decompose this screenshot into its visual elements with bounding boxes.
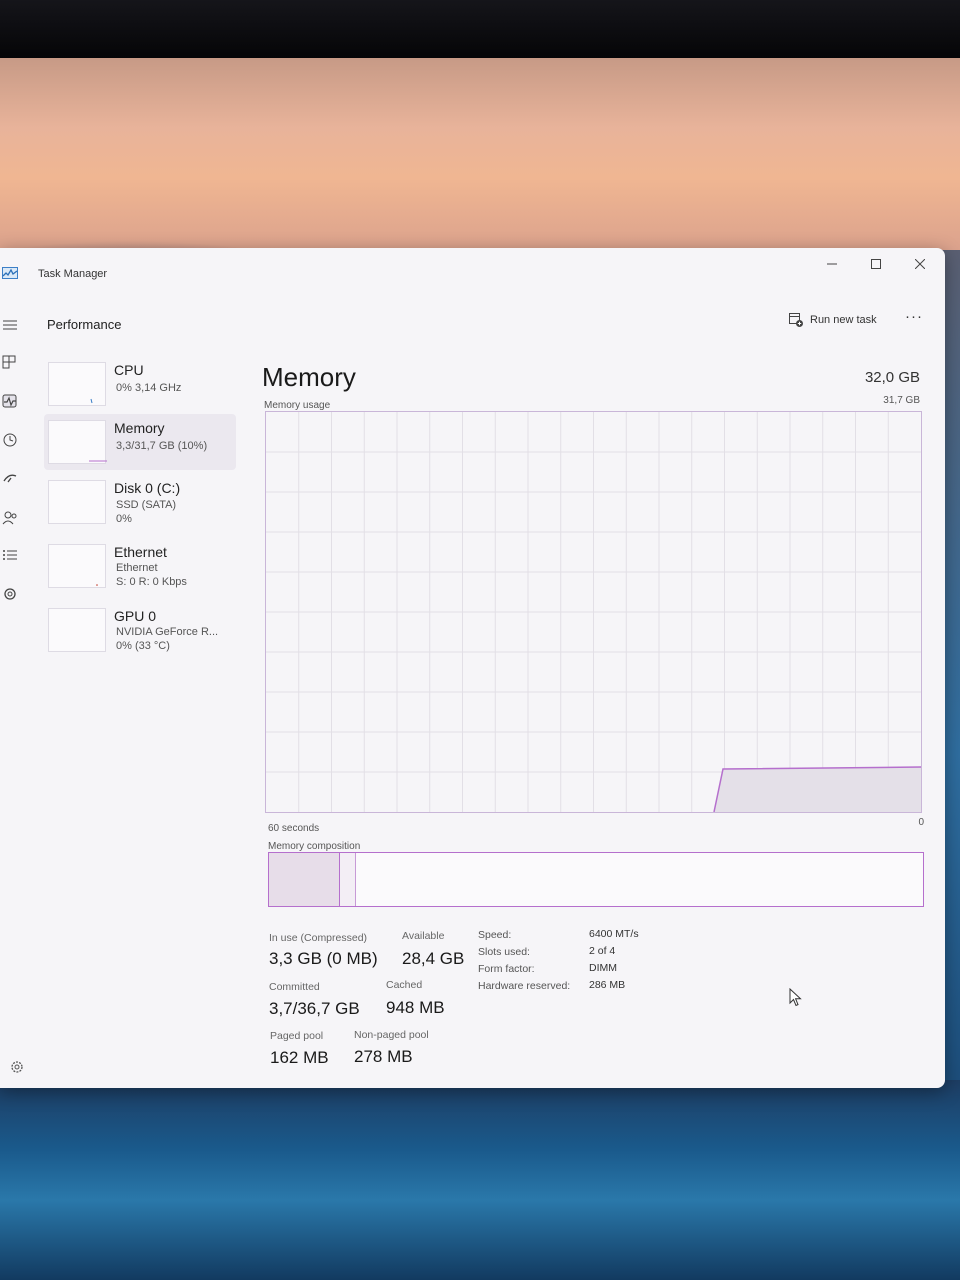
- sidebar-item-detail-2: 0% (33 °C): [116, 640, 170, 652]
- run-task-icon: [789, 313, 803, 327]
- speed-label: Speed:: [478, 929, 512, 941]
- maximize-button[interactable]: [854, 251, 898, 277]
- sidebar-item-detail-2: 0%: [116, 513, 132, 525]
- in-use-value: 3,3 GB (0 MB): [269, 949, 378, 968]
- form-factor-value: DIMM: [589, 962, 617, 974]
- paged-pool-value: 162 MB: [270, 1048, 329, 1067]
- sidebar-item-name: GPU 0: [114, 608, 157, 624]
- cpu-thumbnail-graph: [48, 362, 106, 406]
- sidebar-item-detail: 3,3/31,7 GB (10%): [116, 440, 208, 452]
- slots-used-label: Slots used:: [478, 946, 530, 958]
- disk-thumbnail-graph: [48, 480, 106, 524]
- performance-icon[interactable]: [1, 392, 19, 410]
- paged-pool-label: Paged pool: [270, 1030, 324, 1042]
- sidebar-item-detail: 0% 3,14 GHz: [116, 382, 182, 394]
- run-new-task-label: Run new task: [810, 314, 877, 326]
- minimize-button[interactable]: [810, 251, 854, 277]
- non-paged-pool-value: 278 MB: [354, 1047, 413, 1066]
- available-label: Available: [402, 930, 445, 942]
- minimize-icon: [827, 263, 837, 265]
- monitor-bezel: [0, 0, 960, 58]
- mouse-cursor-icon: [789, 988, 802, 1007]
- total-capacity: 32,0 GB: [864, 369, 920, 386]
- hamburger-menu-icon[interactable]: [1, 316, 19, 334]
- sidebar-item-cpu[interactable]: CPU 0% 3,14 GHz: [44, 356, 236, 412]
- run-new-task-button[interactable]: Run new task: [788, 310, 877, 330]
- processes-icon[interactable]: [1, 354, 19, 372]
- page-title: Performance: [47, 317, 122, 332]
- usage-area: [714, 767, 921, 812]
- sidebar-item-ethernet[interactable]: Ethernet Ethernet S: 0 R: 0 Kbps: [44, 538, 236, 594]
- memory-usage-graph: [266, 412, 922, 813]
- hardware-reserved-value: 286 MB: [589, 979, 626, 991]
- memory-thumbnail-graph: [48, 420, 107, 464]
- maximize-icon: [871, 259, 881, 269]
- cpu-mini-graph: [90, 398, 93, 404]
- task-manager-window: Task Manager Performance Run new task ··…: [0, 248, 945, 1088]
- cached-value: 948 MB: [386, 998, 445, 1017]
- memory-usage-chart: [265, 411, 922, 813]
- sidebar-item-disk[interactable]: Disk 0 (C:) SSD (SATA) 0%: [44, 474, 236, 530]
- sidebar-item-detail: NVIDIA GeForce R...: [116, 626, 219, 638]
- committed-value: 3,7/36,7 GB: [269, 999, 360, 1018]
- sidebar-item-detail: Ethernet: [116, 562, 158, 574]
- available-value: 28,4 GB: [402, 949, 465, 968]
- committed-label: Committed: [269, 981, 320, 993]
- cached-label: Cached: [386, 979, 423, 991]
- memory-composition-bar[interactable]: [268, 852, 924, 907]
- in-use-label: In use (Compressed): [269, 932, 368, 944]
- gpu-thumbnail-graph: [48, 608, 106, 652]
- close-button[interactable]: [898, 251, 942, 277]
- desktop-wallpaper-top: [0, 58, 960, 258]
- speed-value: 6400 MT/s: [589, 928, 639, 940]
- services-icon[interactable]: [1, 585, 19, 603]
- sidebar-item-detail: SSD (SATA): [116, 499, 177, 511]
- chart-max-label: 31,7 GB: [883, 395, 920, 406]
- users-icon[interactable]: [1, 509, 19, 527]
- desktop-wallpaper-bottom: [0, 1080, 960, 1280]
- hardware-reserved-label: Hardware reserved:: [478, 980, 571, 992]
- composition-in-use-segment[interactable]: [269, 853, 340, 906]
- chart-grid: [266, 412, 921, 812]
- task-manager-app-icon: [2, 267, 18, 279]
- sidebar-item-name: Memory: [114, 420, 165, 436]
- memory-mini-graph: [89, 460, 107, 462]
- close-icon: [915, 259, 925, 269]
- settings-gear-icon[interactable]: [9, 1059, 25, 1075]
- sidebar-item-name: CPU: [114, 362, 144, 378]
- sidebar-item-detail-2: S: 0 R: 0 Kbps: [116, 576, 187, 588]
- startup-apps-icon[interactable]: [1, 470, 19, 488]
- resource-title: Memory: [262, 362, 356, 392]
- chart-min-label: 0: [918, 817, 924, 828]
- sidebar-item-name: Disk 0 (C:): [114, 480, 181, 496]
- sidebar-item-memory[interactable]: Memory 3,3/31,7 GB (10%): [44, 414, 236, 470]
- non-paged-pool-label: Non-paged pool: [354, 1029, 429, 1041]
- slots-used-value: 2 of 4: [589, 945, 616, 957]
- sidebar-item-name: Ethernet: [114, 544, 167, 560]
- composition-label: Memory composition: [268, 841, 361, 852]
- title-bar[interactable]: Task Manager: [0, 248, 945, 296]
- ethernet-mini-graph: [96, 584, 98, 586]
- ethernet-thumbnail-graph: [48, 544, 106, 588]
- chart-label: Memory usage: [264, 400, 331, 411]
- app-history-icon[interactable]: [1, 431, 19, 449]
- chart-time-label: 60 seconds: [268, 823, 320, 834]
- composition-modified-segment[interactable]: [340, 853, 356, 906]
- window-title: Task Manager: [38, 268, 108, 280]
- more-options-button[interactable]: ···: [905, 308, 929, 328]
- details-icon[interactable]: [1, 546, 19, 564]
- form-factor-label: Form factor:: [478, 963, 535, 975]
- sidebar-item-gpu[interactable]: GPU 0 NVIDIA GeForce R... 0% (33 °C): [44, 602, 236, 658]
